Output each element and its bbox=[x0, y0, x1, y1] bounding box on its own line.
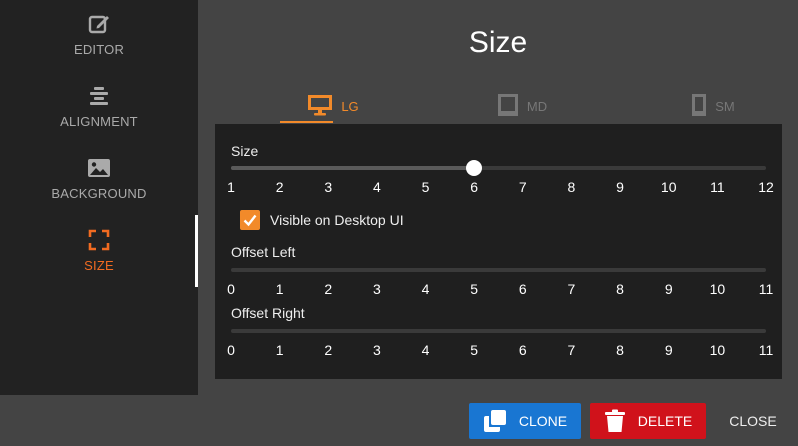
size-slider-label: Size bbox=[231, 143, 259, 159]
visible-desktop-checkbox-label: Visible on Desktop UI bbox=[270, 212, 404, 228]
slider-tick: 11 bbox=[758, 281, 774, 297]
slider-tick: 7 bbox=[518, 179, 527, 195]
slider-tick: 6 bbox=[518, 342, 527, 358]
align-center-icon bbox=[87, 82, 111, 110]
tab-label: SM bbox=[715, 98, 735, 114]
trash-icon bbox=[604, 409, 626, 433]
delete-button[interactable]: DELETE bbox=[590, 403, 706, 439]
slider-tick: 7 bbox=[567, 342, 576, 358]
slider-tick: 2 bbox=[324, 281, 333, 297]
tab-label: LG bbox=[341, 98, 359, 114]
sidebar-item-label: ALIGNMENT bbox=[60, 114, 138, 129]
sidebar-item-editor[interactable]: EDITOR bbox=[0, 10, 198, 80]
checkmark-icon bbox=[243, 214, 257, 227]
slider-tick: 1 bbox=[275, 281, 284, 297]
slider-tick: 9 bbox=[664, 281, 673, 297]
slider-tick: 8 bbox=[616, 281, 624, 297]
delete-button-label: DELETE bbox=[637, 413, 693, 429]
slider-tick: 9 bbox=[664, 342, 673, 358]
expand-icon bbox=[87, 226, 111, 254]
sidebar-item-label: BACKGROUND bbox=[51, 186, 147, 201]
slider-tick: 11 bbox=[710, 179, 725, 195]
slider-tick: 4 bbox=[421, 342, 430, 358]
size-panel: Size 1 2 3 4 5 6 7 8 9 10 11 12 Visible on Desktop … bbox=[215, 124, 782, 379]
slider-tick: 2 bbox=[324, 342, 333, 358]
slider-tick: 9 bbox=[616, 179, 624, 195]
slider-tick: 3 bbox=[373, 342, 381, 358]
size-slider-fill bbox=[231, 166, 475, 170]
slider-tick: 10 bbox=[660, 179, 677, 195]
tab-sm[interactable]: SM bbox=[653, 88, 773, 124]
slider-tick: 2 bbox=[275, 179, 284, 195]
offset-left-ticks: 0 1 2 3 4 5 6 7 8 9 10 11 bbox=[215, 281, 782, 299]
mobile-icon bbox=[691, 93, 707, 120]
sidebar-item-background[interactable]: BACKGROUND bbox=[0, 154, 198, 224]
clone-icon bbox=[483, 409, 507, 433]
slider-tick: 6 bbox=[518, 281, 527, 297]
slider-tick: 7 bbox=[567, 281, 576, 297]
slider-tick: 8 bbox=[616, 342, 624, 358]
tablet-icon bbox=[497, 93, 519, 120]
clone-button-label: CLONE bbox=[518, 413, 568, 429]
visible-desktop-checkbox[interactable] bbox=[240, 210, 260, 230]
slider-tick: 0 bbox=[227, 342, 235, 358]
tab-label: MD bbox=[526, 98, 548, 114]
desktop-icon bbox=[307, 93, 333, 120]
sidebar-item-label: EDITOR bbox=[73, 42, 125, 57]
device-tabs: LG MD SM bbox=[215, 88, 782, 124]
offset-left-label: Offset Left bbox=[231, 244, 296, 260]
slider-tick: 10 bbox=[709, 281, 726, 297]
offset-right-label: Offset Right bbox=[231, 305, 305, 321]
sidebar-active-indicator bbox=[195, 215, 198, 287]
offset-left-slider[interactable] bbox=[231, 268, 766, 272]
slider-tick: 6 bbox=[470, 179, 479, 195]
sidebar-item-alignment[interactable]: ALIGNMENT bbox=[0, 82, 198, 152]
slider-tick: 5 bbox=[421, 179, 430, 195]
slider-tick: 12 bbox=[758, 179, 774, 195]
slider-tick: 4 bbox=[421, 281, 430, 297]
tab-md[interactable]: MD bbox=[462, 88, 582, 124]
slider-tick: 10 bbox=[709, 342, 726, 358]
slider-tick: 5 bbox=[470, 342, 479, 358]
tab-lg[interactable]: LG bbox=[273, 88, 393, 124]
slider-tick: 11 bbox=[758, 342, 774, 358]
edit-icon bbox=[87, 10, 111, 38]
page-title: Size bbox=[468, 26, 528, 59]
slider-tick: 4 bbox=[373, 179, 381, 195]
offset-right-ticks: 0 1 2 3 4 5 6 7 8 9 10 11 bbox=[215, 342, 782, 360]
clone-button[interactable]: CLONE bbox=[469, 403, 581, 439]
offset-right-slider[interactable] bbox=[231, 329, 766, 333]
slider-tick: 5 bbox=[470, 281, 479, 297]
sidebar: EDITOR ALIGNMENT BACKGROUND SIZE bbox=[0, 0, 198, 395]
size-slider-ticks: 1 2 3 4 5 6 7 8 9 10 11 12 bbox=[215, 179, 782, 197]
visible-desktop-checkbox-row[interactable]: Visible on Desktop UI bbox=[240, 210, 404, 230]
slider-tick: 0 bbox=[227, 281, 235, 297]
slider-tick: 8 bbox=[567, 179, 576, 195]
size-slider-thumb[interactable] bbox=[466, 160, 483, 176]
slider-tick: 3 bbox=[324, 179, 333, 195]
slider-tick: 3 bbox=[373, 281, 381, 297]
image-icon bbox=[87, 154, 111, 182]
tab-active-underline bbox=[280, 121, 333, 123]
sidebar-item-size[interactable]: SIZE bbox=[0, 226, 198, 296]
sidebar-item-label: SIZE bbox=[84, 258, 114, 273]
slider-tick: 1 bbox=[227, 179, 235, 195]
slider-tick: 1 bbox=[275, 342, 284, 358]
close-button[interactable]: CLOSE bbox=[717, 403, 789, 439]
size-slider[interactable] bbox=[231, 160, 766, 176]
